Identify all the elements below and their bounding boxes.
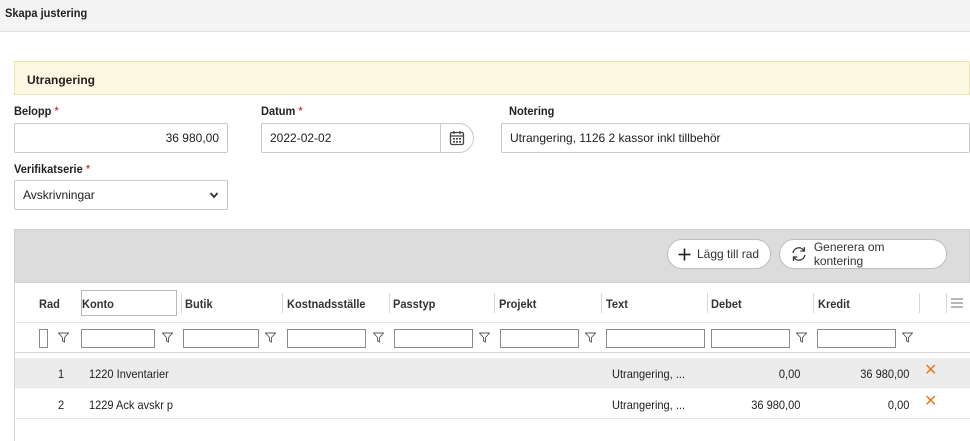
column-separator — [282, 293, 283, 313]
cell-text[interactable]: Utrangering, ... — [612, 367, 685, 381]
column-separator — [601, 293, 602, 313]
belopp-value: 36 980,00 — [165, 131, 219, 145]
filter-input-debet[interactable] — [711, 329, 790, 348]
verifikatserie-selected: Avskrivningar — [23, 188, 95, 202]
cell-kredit[interactable]: 36 980,00 — [860, 367, 909, 381]
column-separator — [946, 293, 947, 313]
filter-icon[interactable] — [796, 332, 807, 343]
column-separator — [389, 293, 390, 313]
verifikatserie-select[interactable]: Avskrivningar — [14, 180, 228, 210]
filter-icon[interactable] — [58, 332, 69, 343]
required-mark: * — [298, 104, 303, 118]
regenerate-label: Generera om kontering — [813, 240, 885, 268]
filter-icon[interactable] — [479, 332, 490, 343]
filter-input-butik[interactable] — [183, 329, 259, 348]
required-mark: * — [54, 104, 59, 118]
column-menu-icon[interactable] — [951, 298, 963, 308]
col-header-debet[interactable]: Debet — [711, 297, 742, 311]
delete-row-icon[interactable]: ✕ — [924, 363, 938, 379]
filter-input-passtyp[interactable] — [394, 329, 473, 348]
column-separator — [181, 293, 182, 313]
refresh-icon — [792, 247, 806, 261]
column-separator — [813, 293, 814, 313]
cell-debet[interactable]: 0,00 — [779, 367, 800, 381]
col-header-projekt[interactable]: Projekt — [499, 297, 536, 311]
filter-input-projekt[interactable] — [500, 329, 579, 348]
date-picker-button[interactable] — [440, 123, 474, 153]
plus-icon — [678, 248, 691, 260]
notering-value: Utrangering, 1126 2 kassor inkl tillbehö… — [510, 131, 721, 145]
cell-rad: 1 — [58, 367, 65, 381]
grid-toolbar: Lägg till rad Generera om kontering — [14, 229, 970, 283]
cell-rad: 2 — [58, 398, 65, 412]
page-header: Skapa justering — [0, 0, 970, 32]
filter-icon[interactable] — [585, 332, 596, 343]
col-header-text[interactable]: Text — [606, 297, 628, 311]
add-row-label: Lägg till rad — [697, 247, 760, 261]
filter-icon[interactable] — [902, 332, 913, 343]
table-row[interactable]: 2 1229 Ack avskr p Utrangering, ... 36 9… — [15, 389, 970, 419]
chevron-down-icon — [209, 192, 219, 199]
notering-label: Notering — [509, 104, 554, 118]
grid-header-row: Rad Konto Butik Kostnadsställe Passtyp P… — [15, 283, 970, 323]
cell-text[interactable]: Utrangering, ... — [612, 398, 685, 412]
section-banner: Utrangering — [14, 61, 970, 95]
add-row-button[interactable]: Lägg till rad — [667, 239, 771, 269]
table-row[interactable]: 1 1220 Inventarier Utrangering, ... 0,00… — [15, 358, 970, 388]
regenerate-button[interactable]: Generera om kontering — [779, 239, 947, 269]
section-title: Utrangering — [27, 73, 96, 87]
notering-label-text: Notering — [509, 104, 555, 118]
verifikatserie-label: Verifikatserie * — [14, 162, 90, 176]
belopp-label-text: Belopp — [14, 104, 52, 118]
cell-debet[interactable]: 36 980,00 — [751, 398, 800, 412]
verifikatserie-label-text: Verifikatserie — [14, 162, 83, 176]
cell-konto[interactable]: 1220 Inventarier — [89, 367, 169, 381]
col-header-kostnadsstalle[interactable]: Kostnadsställe — [287, 297, 366, 311]
datum-input[interactable]: 2022-02-02 — [261, 123, 441, 153]
required-mark: * — [85, 162, 91, 176]
datum-value: 2022-02-02 — [270, 131, 332, 145]
col-header-rad[interactable]: Rad — [39, 297, 60, 311]
cell-konto[interactable]: 1229 Ack avskr p — [89, 398, 173, 412]
calendar-icon — [449, 131, 465, 146]
col-header-konto[interactable]: Konto — [82, 297, 114, 311]
belopp-input[interactable]: 36 980,00 — [14, 123, 228, 153]
filter-input-konto[interactable] — [81, 329, 155, 348]
col-header-passtyp[interactable]: Passtyp — [393, 297, 435, 311]
datum-label-text: Datum — [261, 104, 296, 118]
filter-icon[interactable] — [162, 332, 173, 343]
column-separator — [494, 293, 495, 313]
filter-input-text[interactable] — [606, 329, 705, 348]
col-header-butik[interactable]: Butik — [185, 297, 213, 311]
kontering-grid: Rad Konto Butik Kostnadsställe Passtyp P… — [14, 283, 970, 441]
column-separator — [707, 293, 708, 313]
filter-icon[interactable] — [373, 332, 384, 343]
column-separator — [919, 293, 920, 313]
filter-input-kostnadsstalle[interactable] — [287, 329, 366, 348]
belopp-label: Belopp * — [14, 104, 59, 118]
page-title: Skapa justering — [5, 6, 88, 20]
filter-icon[interactable] — [265, 332, 276, 343]
cell-kredit[interactable]: 0,00 — [888, 398, 909, 412]
datum-label: Datum * — [261, 104, 303, 118]
grid-filter-row — [15, 323, 970, 353]
notering-input[interactable]: Utrangering, 1126 2 kassor inkl tillbehö… — [501, 123, 970, 153]
select-all-checkbox[interactable] — [39, 329, 48, 348]
delete-row-icon[interactable]: ✕ — [924, 394, 938, 410]
col-header-kredit[interactable]: Kredit — [818, 297, 850, 311]
filter-input-kredit[interactable] — [817, 329, 896, 348]
